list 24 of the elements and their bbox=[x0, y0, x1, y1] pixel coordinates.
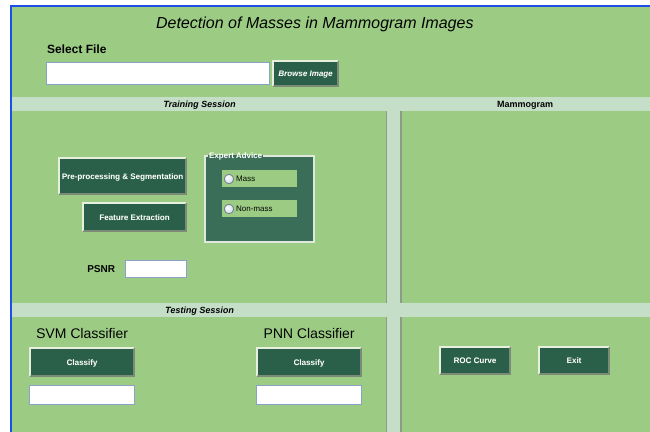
window-title: Detection of Masses in Mammogram Images bbox=[156, 15, 474, 33]
panel-title: Expert Advice bbox=[208, 151, 264, 160]
radio-option[interactable]: Mass bbox=[222, 170, 297, 187]
classifier-label: SVM Classifier bbox=[36, 325, 128, 341]
classifier-label: PNN Classifier bbox=[263, 325, 354, 341]
classify-button[interactable]: Classify bbox=[256, 347, 362, 377]
segmentation-button[interactable]: Pre-processing & Segmentation bbox=[58, 157, 187, 195]
browse-image-button[interactable]: Browse Image bbox=[272, 60, 339, 87]
section-header: Training Session bbox=[163, 99, 236, 109]
field-label: PSNR bbox=[87, 264, 115, 274]
section-header: Mammogram bbox=[496, 99, 553, 109]
field-label: Select File bbox=[47, 42, 108, 56]
result-field[interactable] bbox=[256, 385, 362, 405]
psnr-field[interactable] bbox=[125, 260, 187, 278]
classify-button[interactable]: Classify bbox=[29, 347, 135, 377]
feature-extraction-button[interactable]: Feature Extraction bbox=[82, 202, 187, 232]
result-field[interactable] bbox=[29, 385, 135, 405]
file-path-field[interactable] bbox=[46, 62, 270, 85]
radio-option[interactable]: Non-mass bbox=[222, 200, 297, 217]
section-header: Testing Session bbox=[165, 305, 234, 315]
radio-button[interactable] bbox=[224, 174, 234, 184]
exit-button[interactable]: Exit bbox=[538, 346, 610, 375]
radio-button[interactable] bbox=[224, 204, 234, 214]
roc-curve-button[interactable]: ROC Curve bbox=[439, 346, 511, 375]
